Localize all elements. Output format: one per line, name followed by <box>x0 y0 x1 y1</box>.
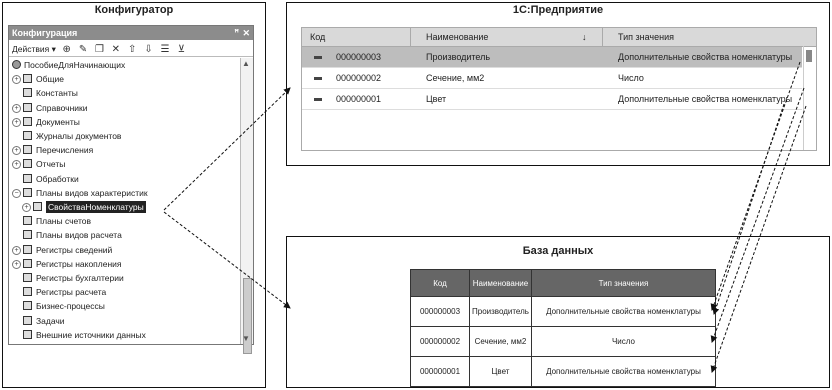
arrow-to-enterprise <box>163 87 291 211</box>
arrow-to-database <box>163 211 291 309</box>
arrow-link-row1 <box>710 61 801 311</box>
arrow-link-row3 <box>710 105 807 373</box>
arrow-link-row2 <box>710 87 805 343</box>
arrow-link-row1b <box>712 103 785 315</box>
relationship-arrows <box>163 61 807 373</box>
